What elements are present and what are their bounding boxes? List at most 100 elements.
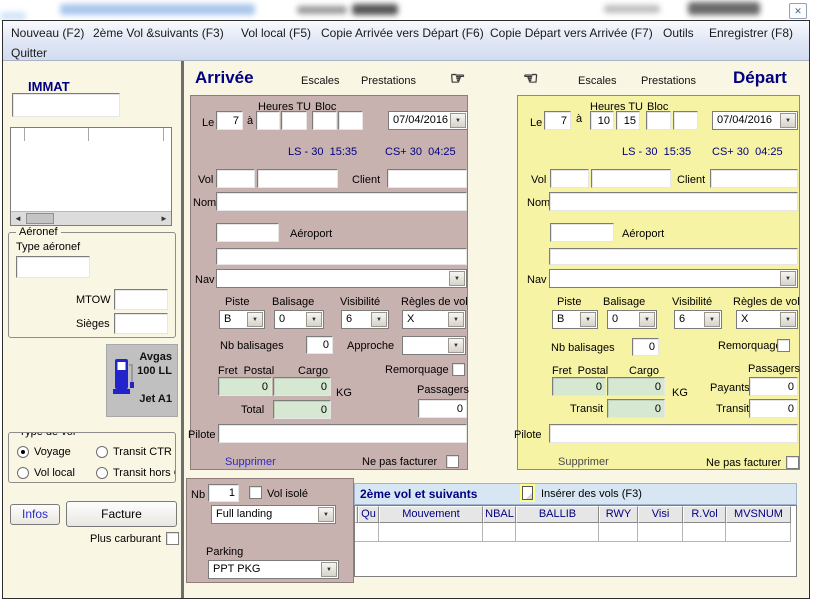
arr-vol1-input[interactable]	[216, 169, 255, 188]
arr-bloc2-input[interactable]	[338, 111, 363, 130]
combo-arrow-icon: ▼	[580, 312, 596, 327]
arr-visibilite-combo[interactable]: 6 ▼	[341, 310, 389, 329]
tab-arrivee-escales[interactable]: Escales	[301, 75, 340, 87]
dep-remorquage-checkbox[interactable]	[777, 339, 790, 352]
arr-nb-balisages-input[interactable]	[306, 336, 333, 354]
arr-approche-label: Approche	[347, 340, 394, 352]
arr-heure1-input[interactable]	[256, 111, 280, 130]
plus-carburant-checkbox[interactable]	[166, 532, 179, 545]
facture-button[interactable]: Facture	[66, 501, 177, 527]
infos-button[interactable]: Infos	[10, 504, 60, 525]
arr-supprimer-link[interactable]: Supprimer	[225, 456, 276, 468]
combo-arrow-icon: ▼	[321, 562, 337, 577]
dep-ne-pas-facturer-checkbox[interactable]	[786, 456, 799, 469]
dep-date-combo[interactable]: 07/04/2016 ▼	[712, 111, 798, 130]
menu-item-enregistrer[interactable]: Enregistrer (F8)	[709, 26, 793, 40]
arr-bloc1-input[interactable]	[312, 111, 337, 130]
dep-transit-pax-input[interactable]	[749, 399, 798, 418]
menu-item-quitter[interactable]: Quitter	[11, 46, 47, 60]
arr-nav-combo[interactable]: ▼	[216, 269, 467, 288]
arr-day-input[interactable]	[216, 111, 243, 130]
arr-fret-input[interactable]	[218, 377, 272, 396]
dep-pilote-input[interactable]	[549, 424, 798, 443]
dep-visibilite-combo[interactable]: 6 ▼	[674, 310, 722, 329]
arr-regles-combo[interactable]: X ▼	[402, 310, 466, 329]
dep-nb-balisages-input[interactable]	[632, 338, 659, 356]
arr-total-input[interactable]	[273, 400, 331, 419]
radio-transit-hors-ctr[interactable]	[96, 467, 108, 479]
mtow-input[interactable]	[114, 289, 168, 310]
arr-piste-combo[interactable]: B ▼	[219, 310, 265, 329]
dep-bloc1-input[interactable]	[646, 111, 671, 130]
radio-voyage[interactable]	[17, 446, 29, 458]
menu-item-copie-depart-arrivee[interactable]: Copie Départ vers Arrivée (F7)	[490, 26, 653, 40]
parking-combo[interactable]: PPT PKG ▼	[208, 560, 339, 579]
vol-isole-checkbox[interactable]	[249, 486, 262, 499]
aircraft-listbox[interactable]: ◄ ►	[10, 127, 172, 226]
landing-type-combo[interactable]: Full landing ▼	[211, 505, 336, 524]
pointing-hand-left-icon[interactable]: ☜	[523, 70, 538, 88]
arr-fret-postal-label: Fret Postal	[218, 365, 274, 377]
tab-depart-prestations[interactable]: Prestations	[641, 75, 696, 87]
arr-approche-combo[interactable]: ▼	[402, 336, 466, 355]
type-de-vol-group: Type de vol Voyage Transit CTR Vol local…	[8, 432, 176, 483]
menu-item-vol-local[interactable]: Vol local (F5)	[241, 26, 311, 40]
tab-depart-escales[interactable]: Escales	[578, 75, 617, 87]
arr-remorquage-checkbox[interactable]	[452, 363, 465, 376]
table-row[interactable]	[355, 523, 796, 542]
arr-client-input[interactable]	[387, 169, 467, 188]
radio-vol-local-label: Vol local	[34, 467, 75, 479]
dep-transit-fret-input[interactable]	[607, 399, 665, 418]
dep-fret-input[interactable]	[552, 377, 606, 396]
dep-heure2-input[interactable]	[616, 111, 640, 130]
menu-item-outils[interactable]: Outils	[663, 26, 694, 40]
dep-visibilite-value: 6	[679, 313, 703, 325]
dep-date-value: 07/04/2016	[717, 114, 779, 126]
arr-nom-input[interactable]	[216, 192, 467, 211]
insert-flights-link[interactable]: Insérer des vols (F3)	[541, 488, 642, 500]
dep-nom-input[interactable]	[549, 192, 798, 211]
dep-nav-combo[interactable]: ▼	[549, 269, 798, 288]
insert-document-icon[interactable]	[522, 486, 533, 500]
dep-aeroport-name-input[interactable]	[549, 248, 798, 265]
dep-payants-input[interactable]	[749, 377, 798, 396]
dep-aeroport-label: Aéroport	[622, 228, 664, 240]
type-aeronef-input[interactable]	[16, 256, 90, 278]
menu-item-copie-arrivee-depart[interactable]: Copie Arrivée vers Départ (F6)	[321, 26, 484, 40]
dep-vol1-input[interactable]	[550, 169, 589, 188]
arr-cargo-input[interactable]	[273, 377, 331, 396]
scrollbar-thumb[interactable]	[26, 213, 54, 224]
menu-item-nouveau[interactable]: Nouveau (F2)	[11, 26, 84, 40]
dep-aeroport-code-input[interactable]	[550, 223, 614, 242]
dep-day-input[interactable]	[544, 111, 571, 130]
immat-input[interactable]	[12, 93, 120, 117]
arr-vol2-input[interactable]	[257, 169, 338, 188]
sieges-input[interactable]	[114, 313, 168, 334]
dep-bloc2-input[interactable]	[673, 111, 698, 130]
scroll-left-icon[interactable]: ◄	[11, 212, 25, 225]
dep-piste-combo[interactable]: B ▼	[552, 310, 598, 329]
pointing-hand-right-icon[interactable]: ☞	[450, 70, 465, 88]
menu-item-2eme-vol[interactable]: 2ème Vol &suivants (F3)	[93, 26, 224, 40]
arr-ne-pas-facturer-checkbox[interactable]	[446, 455, 459, 468]
nb-input[interactable]	[208, 484, 239, 502]
radio-vol-local[interactable]	[17, 467, 29, 479]
radio-transit-ctr[interactable]	[96, 446, 108, 458]
arr-date-combo[interactable]: 07/04/2016 ▼	[388, 111, 468, 130]
arr-aeroport-code-input[interactable]	[216, 223, 279, 242]
dep-client-input[interactable]	[710, 169, 798, 188]
arr-balisage-combo[interactable]: 0 ▼	[274, 310, 324, 329]
arr-heure2-input[interactable]	[281, 111, 307, 130]
dep-regles-combo[interactable]: X ▼	[736, 310, 798, 329]
arr-passagers-input[interactable]	[418, 399, 467, 418]
dep-supprimer-link[interactable]: Supprimer	[558, 456, 609, 468]
dep-heure1-input[interactable]	[590, 111, 614, 130]
close-icon[interactable]: ✕	[789, 3, 807, 19]
dep-cargo-input[interactable]	[607, 377, 665, 396]
dep-vol2-input[interactable]	[591, 169, 671, 188]
dep-balisage-combo[interactable]: 0 ▼	[607, 310, 657, 329]
tab-arrivee-prestations[interactable]: Prestations	[361, 75, 416, 87]
arr-aeroport-name-input[interactable]	[216, 248, 467, 265]
arr-pilote-input[interactable]	[218, 424, 467, 443]
scroll-right-icon[interactable]: ►	[157, 212, 171, 225]
